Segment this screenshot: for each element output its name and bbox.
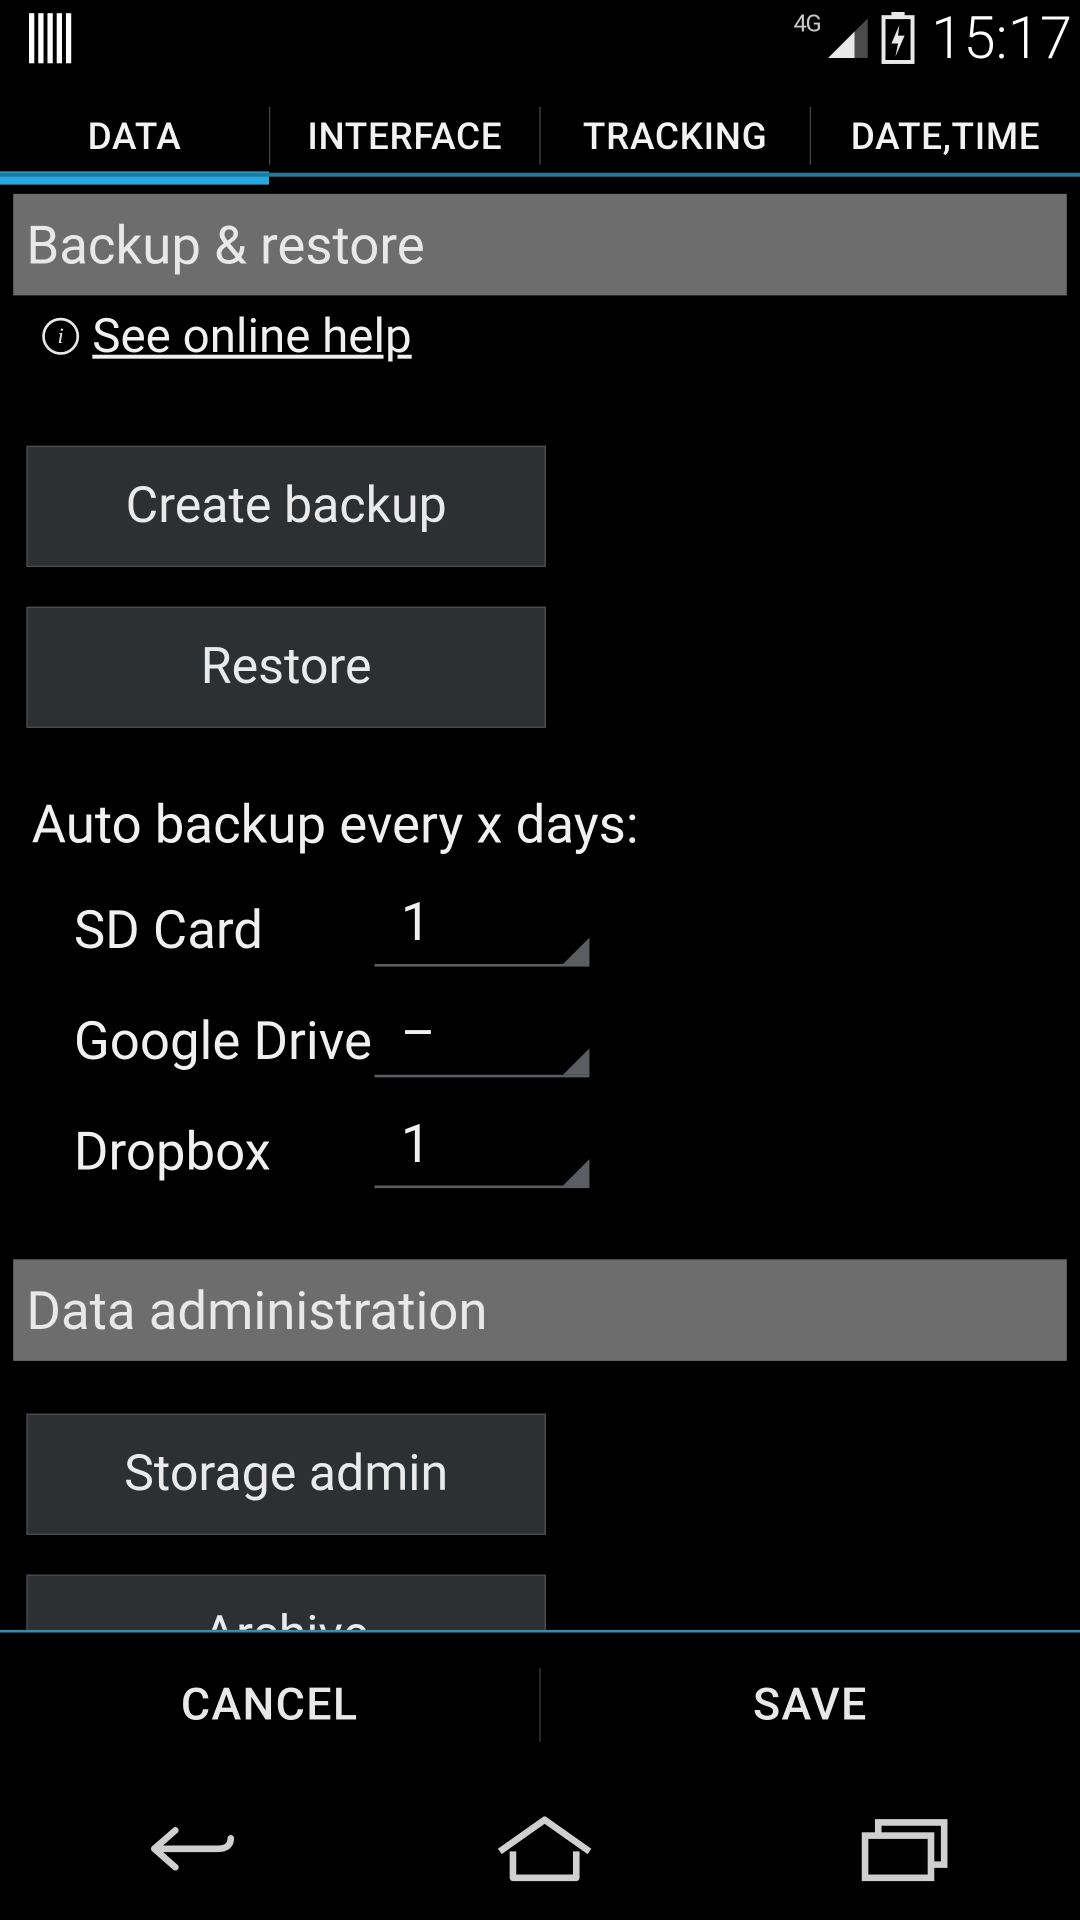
help-link[interactable]: See online help [92,309,411,364]
clock-label: 15:17 [931,4,1072,73]
barcode-icon [29,13,71,63]
info-icon: i [42,318,79,355]
tab-label: TRACKING [583,114,767,158]
cancel-button[interactable]: CANCEL [0,1633,539,1778]
dropbox-interval-spinner[interactable]: 1 [375,1114,590,1188]
section-header-backup: Backup & restore [13,194,1067,296]
network-type-label: 4G [793,10,820,38]
status-bar: 4G 15:17 [0,0,1080,76]
battery-charging-icon [881,12,915,65]
tab-tracking[interactable]: TRACKING [541,94,810,178]
tab-data[interactable]: DATA [0,94,269,178]
tab-label: DATA [88,114,182,158]
button-label: Create backup [126,477,447,535]
back-icon[interactable] [123,1815,244,1884]
spinner-value: 1 [375,1113,431,1186]
button-label: Restore [201,638,372,696]
gdrive-interval-spinner[interactable]: – [375,1004,590,1078]
tab-datetime[interactable]: DATE,TIME [811,94,1080,178]
auto-target-label-dropbox: Dropbox [74,1120,375,1182]
auto-backup-label: Auto backup every x days: [32,794,1080,856]
tab-interface[interactable]: INTERFACE [270,94,539,178]
spinner-value: – [375,1002,436,1075]
restore-button[interactable]: Restore [26,607,546,728]
tab-label: DATE,TIME [851,114,1041,158]
save-button[interactable]: SAVE [541,1633,1080,1778]
tab-underline [0,173,1080,177]
button-label: Storage admin [124,1445,448,1503]
auto-target-label-gdrive: Google Drive [74,1009,375,1071]
auto-target-label-sdcard: SD Card [74,899,375,961]
recent-apps-icon[interactable] [846,1812,957,1886]
home-icon[interactable] [490,1812,601,1886]
sdcard-interval-spinner[interactable]: 1 [375,893,590,967]
signal-icon [826,16,871,61]
section-header-data-admin: Data administration [13,1259,1067,1361]
button-label: SAVE [753,1679,868,1732]
spinner-value: 1 [375,891,431,964]
storage-admin-button[interactable]: Storage admin [26,1414,546,1535]
create-backup-button[interactable]: Create backup [26,446,546,567]
content-area: Backup & restore i See online help Creat… [0,181,1080,1643]
tab-label: INTERFACE [307,114,502,158]
action-bar: CANCEL SAVE [0,1630,1080,1778]
android-nav-bar [0,1778,1080,1920]
button-label: CANCEL [181,1679,359,1732]
tab-bar: DATA INTERFACE TRACKING DATE,TIME [0,94,1080,178]
